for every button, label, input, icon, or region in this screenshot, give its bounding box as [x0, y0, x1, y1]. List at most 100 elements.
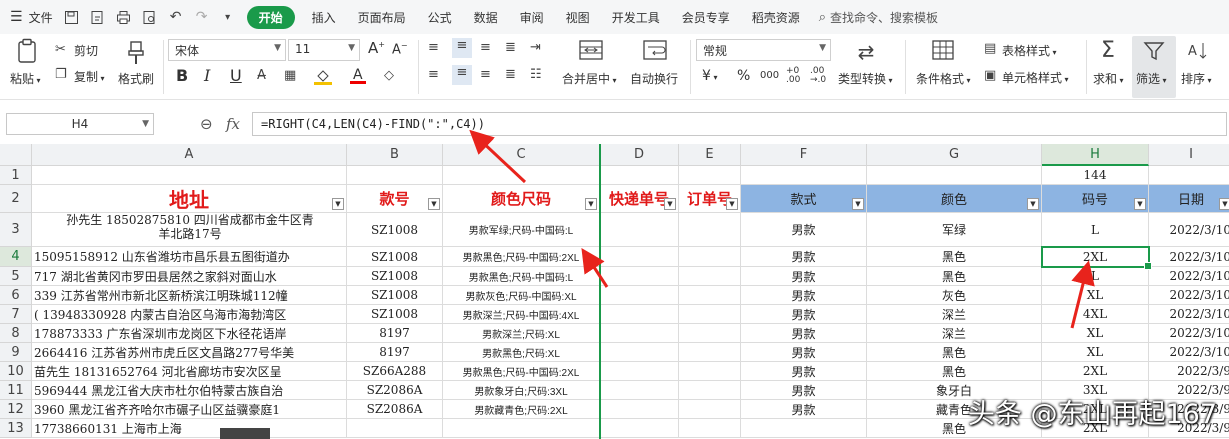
cell-d6[interactable] [600, 286, 679, 305]
format-painter-button[interactable]: 格式刷 [118, 70, 154, 87]
cell-c3[interactable]: 男款军绿;尺码-中国码:L [443, 213, 600, 247]
cell-c13[interactable] [443, 419, 600, 438]
column-header-i[interactable]: I [1149, 144, 1229, 166]
cell-e7[interactable] [679, 305, 741, 324]
select-all-corner[interactable] [0, 144, 32, 166]
zoom-search-icon[interactable]: ⊖ [200, 115, 213, 133]
font-color-icon[interactable]: A [350, 65, 368, 89]
cell-f5[interactable]: 男款 [741, 267, 867, 286]
cell-a12[interactable]: 3960 黑龙江省齐齐哈尔市碾子山区益骥豪庭1 [32, 400, 347, 419]
cell-e6[interactable] [679, 286, 741, 305]
filter-dropdown-icon[interactable]: ▼ [585, 198, 597, 210]
header-cell-a[interactable]: 地址 ▼ [32, 185, 347, 213]
cell-c1[interactable] [443, 166, 600, 185]
cell-b3[interactable]: SZ1008 [347, 213, 443, 247]
cell-d9[interactable] [600, 343, 679, 362]
align-right-icon[interactable]: ≡ [480, 67, 491, 82]
cell-f8[interactable]: 男款 [741, 324, 867, 343]
copy-button[interactable]: 复制 ▾ [74, 68, 105, 85]
command-search[interactable]: ⌕ 查找命令、搜索模板 [819, 9, 938, 26]
formula-input[interactable]: =RIGHT(C4,LEN(C4)-FIND(":",C4)) [252, 112, 1227, 136]
cell-d5[interactable] [600, 267, 679, 286]
cell-d13[interactable] [600, 419, 679, 438]
align-bottom-icon[interactable]: ≡ [480, 40, 491, 55]
cell-h7[interactable]: 4XL [1042, 305, 1149, 324]
cell-g9[interactable]: 黑色 [867, 343, 1042, 362]
cell-h5[interactable]: L [1042, 267, 1149, 286]
header-cell-c[interactable]: 颜色尺码 ▼ [443, 185, 600, 213]
cell-i10[interactable]: 2022/3/9 [1149, 362, 1229, 381]
row-header-8[interactable]: 8 [0, 324, 32, 343]
increase-font-icon[interactable]: A+ [368, 39, 385, 57]
file-menu[interactable]: ☰ 文件 [0, 9, 59, 26]
percent-button[interactable]: % [737, 68, 750, 84]
header-cell-f[interactable]: 款式 ▼ [741, 185, 867, 213]
cell-c11[interactable]: 男款象牙白;尺码:3XL [443, 381, 600, 400]
row-header-2[interactable]: 2 [0, 185, 32, 213]
cell-i5[interactable]: 2022/3/10 [1149, 267, 1229, 286]
cell-b13[interactable] [347, 419, 443, 438]
column-header-f[interactable]: F [741, 144, 867, 166]
header-cell-i[interactable]: 日期 ▼ [1149, 185, 1229, 213]
cell-f9[interactable]: 男款 [741, 343, 867, 362]
cut-button[interactable]: 剪切 [74, 42, 98, 59]
clear-format-icon[interactable]: ◇ [384, 68, 394, 83]
cell-a13[interactable]: 17738660131 上海市上海 [32, 419, 347, 438]
cell-a7[interactable]: ( 13948330928 内蒙古自治区乌海市海勃湾区 [32, 305, 347, 324]
cell-a1[interactable] [32, 166, 347, 185]
column-header-d[interactable]: D [600, 144, 679, 166]
cell-e5[interactable] [679, 267, 741, 286]
cell-d1[interactable] [600, 166, 679, 185]
indent-icon[interactable]: ⇥ [530, 40, 541, 55]
cell-b1[interactable] [347, 166, 443, 185]
cell-e4[interactable] [679, 247, 741, 267]
type-convert-button[interactable]: 类型转换 ▾ [838, 70, 893, 87]
cell-f11[interactable]: 男款 [741, 381, 867, 400]
tab-docer-resources[interactable]: 稻壳资源 [741, 9, 811, 26]
tab-data[interactable]: 数据 [463, 9, 509, 26]
filter-button[interactable]: 筛选 ▾ [1136, 70, 1167, 87]
undo-icon[interactable]: ↶ [165, 6, 187, 28]
cell-i9[interactable]: 2022/3/10 [1149, 343, 1229, 362]
border-icon[interactable]: ▦ [284, 68, 296, 83]
cell-c6[interactable]: 男款灰色;尺码-中国码:XL [443, 286, 600, 305]
cell-h6[interactable]: XL [1042, 286, 1149, 305]
orientation-icon[interactable]: ≣ [505, 40, 516, 55]
print-preview-icon[interactable] [139, 6, 161, 28]
cell-c5[interactable]: 男款黑色;尺码-中国码:L [443, 267, 600, 286]
cell-f4[interactable]: 男款 [741, 247, 867, 267]
cell-g4[interactable]: 黑色 [867, 247, 1042, 267]
cell-c8[interactable]: 男款深兰;尺码:XL [443, 324, 600, 343]
wrap-text-button[interactable]: 自动换行 [630, 70, 678, 87]
filter-dropdown-icon[interactable]: ▼ [664, 198, 676, 210]
chevron-down-icon[interactable]: ▾ [217, 6, 239, 28]
cell-g7[interactable]: 深兰 [867, 305, 1042, 324]
format-painter-icon[interactable] [124, 40, 148, 71]
cell-a6[interactable]: 339 江苏省常州市新北区新桥滨江明珠城112幢 [32, 286, 347, 305]
merge-center-button[interactable]: 合并居中 ▾ [562, 70, 617, 87]
cell-g10[interactable]: 黑色 [867, 362, 1042, 381]
decrease-font-icon[interactable]: A− [392, 41, 408, 57]
header-cell-e[interactable]: 订单号 ▼ [679, 185, 741, 213]
cell-h3[interactable]: L [1042, 213, 1149, 247]
cell-b7[interactable]: SZ1008 [347, 305, 443, 324]
cell-h4[interactable]: 2XL [1042, 247, 1149, 267]
cell-b4[interactable]: SZ1008 [347, 247, 443, 267]
cell-c10[interactable]: 男款黑色;尺码-中国码:2XL [443, 362, 600, 381]
tab-member[interactable]: 会员专享 [671, 9, 741, 26]
row-header-6[interactable]: 6 [0, 286, 32, 305]
filter-dropdown-icon[interactable]: ▼ [1027, 198, 1039, 210]
row-header-7[interactable]: 7 [0, 305, 32, 324]
filter-dropdown-icon[interactable]: ▼ [1134, 198, 1146, 210]
cell-f13[interactable] [741, 419, 867, 438]
paste-button[interactable]: 粘贴 ▾ [10, 70, 41, 87]
cell-i3[interactable]: 2022/3/10 [1149, 213, 1229, 247]
column-header-c[interactable]: C [443, 144, 600, 166]
cell-f3[interactable]: 男款 [741, 213, 867, 247]
cell-f10[interactable]: 男款 [741, 362, 867, 381]
font-size-select[interactable]: 11 ▼ [288, 39, 360, 61]
redo-icon[interactable]: ↷ [191, 6, 213, 28]
header-cell-h[interactable]: 码号 ▼ [1042, 185, 1149, 213]
cell-a11[interactable]: 5969444 黑龙江省大庆市杜尔伯特蒙古族自治 [32, 381, 347, 400]
paste-icon[interactable] [14, 38, 40, 69]
